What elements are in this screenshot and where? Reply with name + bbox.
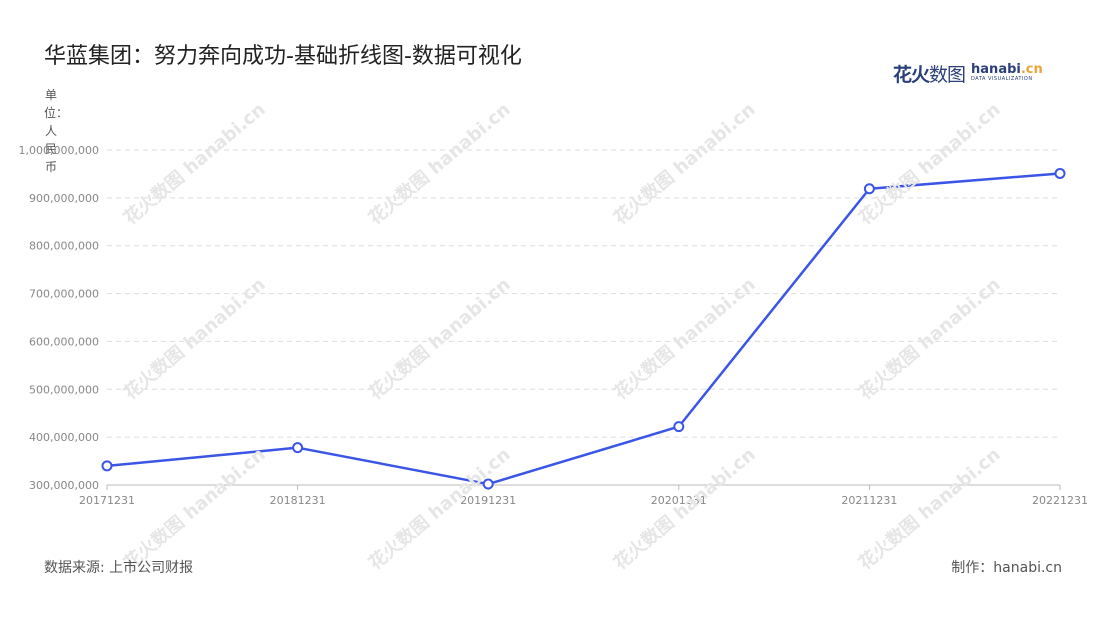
y-tick-label: 800,000,000 bbox=[29, 240, 99, 253]
data-point bbox=[292, 442, 304, 454]
data-point bbox=[863, 183, 875, 195]
data-point bbox=[673, 421, 685, 433]
y-tick-label: 900,000,000 bbox=[29, 192, 99, 205]
y-tick-label: 300,000,000 bbox=[29, 479, 99, 492]
credit-note: 制作：hanabi.cn bbox=[951, 560, 1062, 576]
data-source-note: 数据来源: 上市公司财报 bbox=[44, 560, 194, 576]
y-tick-label: 700,000,000 bbox=[29, 288, 99, 301]
x-tick-label: 20191231 bbox=[460, 494, 516, 507]
x-tick-label: 20211231 bbox=[841, 494, 897, 507]
x-tick-label: 20181231 bbox=[270, 494, 326, 507]
y-tick-label: 400,000,000 bbox=[29, 431, 99, 444]
y-tick-label: 600,000,000 bbox=[29, 335, 99, 348]
line-chart: 300,000,000 400,000,000 500,000,000 600,000… bbox=[19, 144, 1088, 507]
y-tick-label: 500,000,000 bbox=[29, 383, 99, 396]
data-point bbox=[101, 460, 113, 472]
x-tick-label: 20221231 bbox=[1032, 494, 1088, 507]
data-point bbox=[1054, 167, 1066, 179]
x-tick-label: 20201231 bbox=[651, 494, 707, 507]
y-tick-label: 1,000,000,000 bbox=[19, 144, 99, 157]
x-tick-label: 20171231 bbox=[79, 494, 135, 507]
data-point bbox=[482, 478, 494, 490]
